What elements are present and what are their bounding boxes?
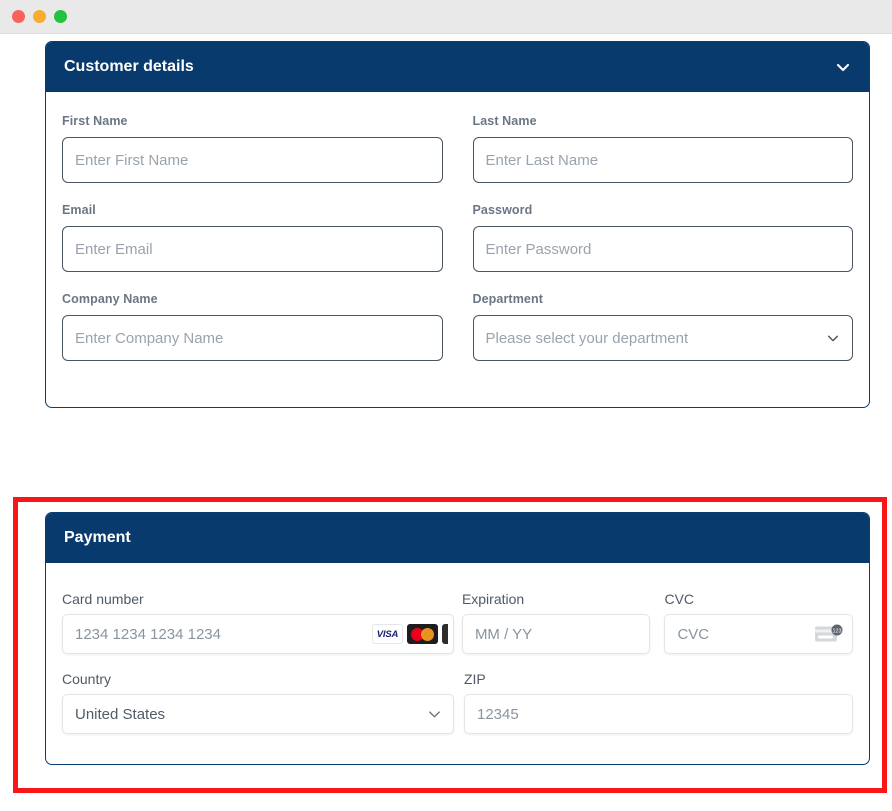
payment-body: Card number VISA xyxy=(46,563,869,764)
address-row: Country United States ZIP xyxy=(62,671,853,734)
email-field-group: Email xyxy=(62,203,443,272)
department-select[interactable]: Please select your department xyxy=(472,315,853,361)
name-row: First Name Last Name xyxy=(62,114,853,203)
card-brand-icons: VISA xyxy=(371,624,448,644)
window-maximize-button[interactable] xyxy=(54,10,67,23)
password-input[interactable] xyxy=(472,226,853,272)
first-name-input[interactable] xyxy=(62,137,443,183)
cvc-input-wrap: 123 xyxy=(664,614,853,654)
last-name-label: Last Name xyxy=(472,114,537,128)
password-label: Password xyxy=(472,203,533,217)
country-select-wrap: United States xyxy=(62,694,454,734)
zip-label: ZIP xyxy=(463,671,486,687)
page-content: Customer details First Name Last Name xyxy=(0,34,892,811)
department-label: Department xyxy=(472,292,543,306)
mastercard-icon xyxy=(406,624,438,644)
card-number-label: Card number xyxy=(62,591,144,607)
expiration-input[interactable] xyxy=(461,614,651,654)
expiration-field-group: Expiration xyxy=(461,591,651,654)
department-field-group: Department Please select your department xyxy=(472,292,853,361)
card-details-row: Card number VISA xyxy=(62,591,853,654)
country-select[interactable]: United States xyxy=(62,694,454,734)
amex-icon xyxy=(441,624,448,644)
payment-card: Payment Card number VISA xyxy=(45,512,870,765)
window-close-button[interactable] xyxy=(12,10,25,23)
cvc-label: CVC xyxy=(664,591,695,607)
expiration-label: Expiration xyxy=(461,591,525,607)
first-name-field-group: First Name xyxy=(62,114,443,183)
company-name-input[interactable] xyxy=(62,315,443,361)
card-number-input-wrap: VISA xyxy=(62,614,454,654)
card-back-cvc-icon: 123 xyxy=(815,624,843,644)
last-name-input[interactable] xyxy=(472,137,853,183)
visa-icon: VISA xyxy=(371,624,403,644)
customer-details-body: First Name Last Name Email Password xyxy=(46,92,869,407)
country-label: Country xyxy=(62,671,112,687)
last-name-field-group: Last Name xyxy=(472,114,853,183)
window-minimize-button[interactable] xyxy=(33,10,46,23)
zip-input[interactable] xyxy=(463,694,853,734)
window-titlebar xyxy=(0,0,892,34)
payment-title: Payment xyxy=(64,529,131,546)
department-select-wrap: Please select your department xyxy=(472,315,853,361)
credentials-row: Email Password xyxy=(62,203,853,292)
zip-field-group: ZIP xyxy=(463,671,853,734)
customer-details-title: Customer details xyxy=(64,58,194,75)
country-field-group: Country United States xyxy=(62,671,454,734)
email-input[interactable] xyxy=(62,226,443,272)
password-field-group: Password xyxy=(472,203,853,272)
customer-details-card: Customer details First Name Last Name xyxy=(45,41,870,408)
first-name-label: First Name xyxy=(62,114,128,128)
company-row: Company Name Department Please select yo… xyxy=(62,292,853,381)
customer-details-header[interactable]: Customer details xyxy=(46,42,869,92)
card-number-field-group: Card number VISA xyxy=(62,591,454,654)
company-name-label: Company Name xyxy=(62,292,158,306)
payment-header: Payment xyxy=(46,513,869,563)
company-name-field-group: Company Name xyxy=(62,292,443,361)
cvc-field-group: CVC 123 xyxy=(664,591,853,654)
email-label: Email xyxy=(62,203,96,217)
chevron-down-icon[interactable] xyxy=(835,59,851,75)
svg-text:123: 123 xyxy=(833,628,842,634)
